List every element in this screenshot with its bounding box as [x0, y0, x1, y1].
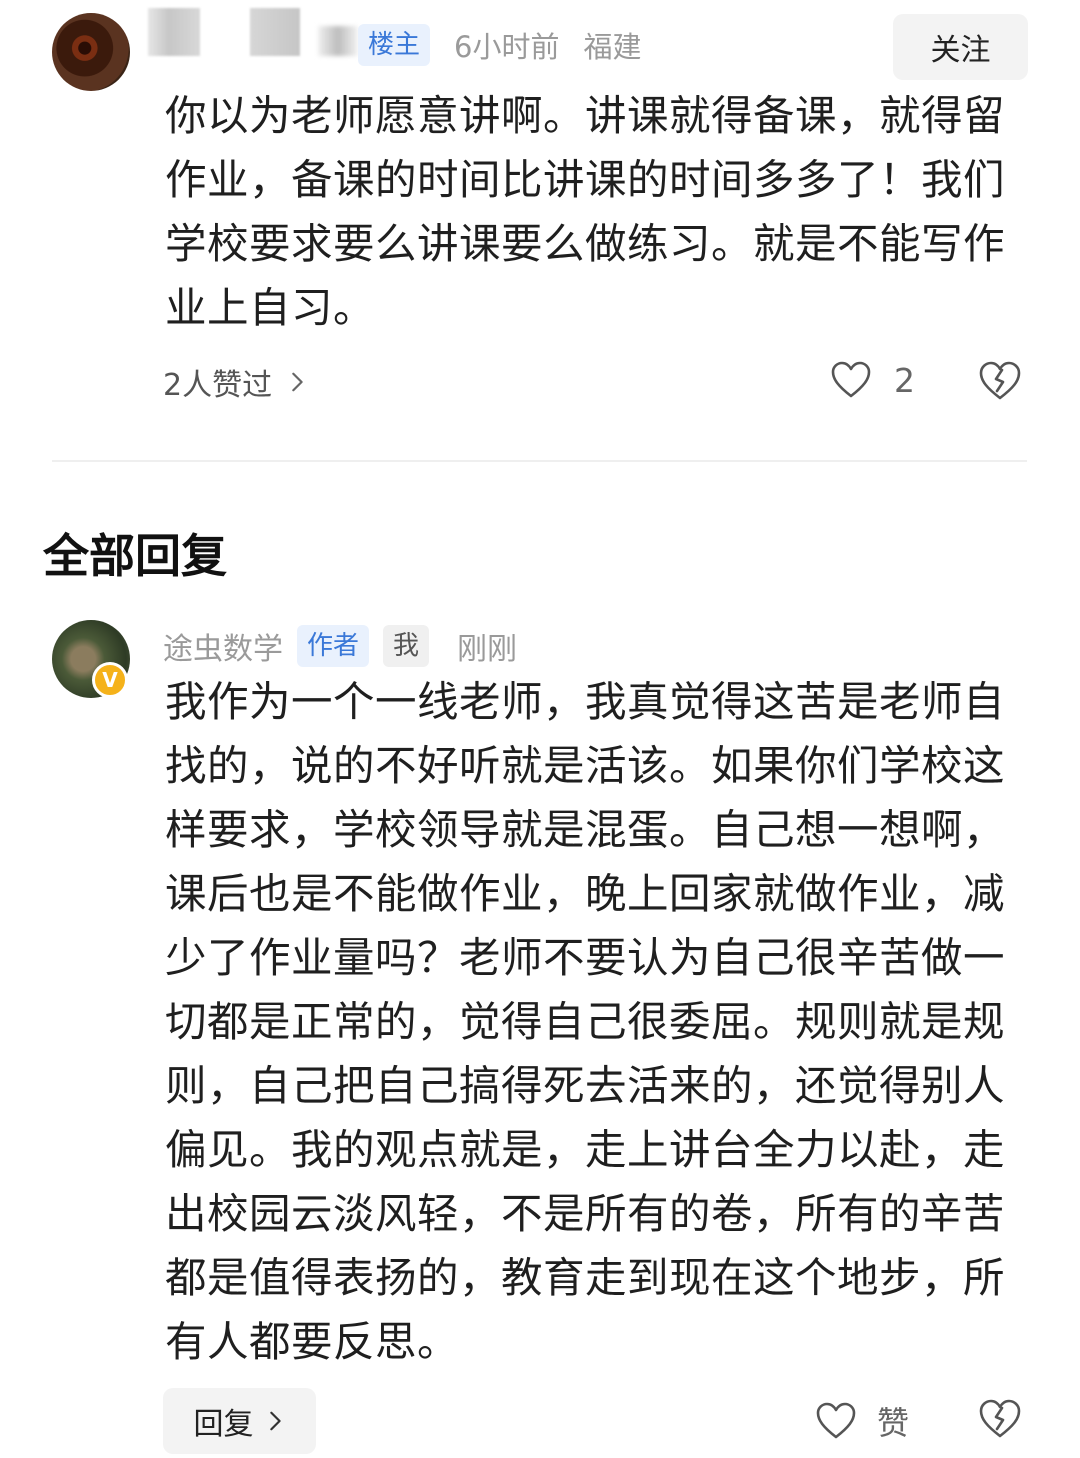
comment-thread-page: 楼主 6小时前 福建 关注 你以为老师愿意讲啊。讲课就得备课，就得留作业，备课的…	[0, 0, 1080, 1458]
comment-body: 你以为老师愿意讲啊。讲课就得备课，就得留作业，备课的时间比讲课的时间多多了！我们…	[165, 91, 1006, 332]
likers-label: 2人赞过	[163, 368, 273, 403]
chevron-right-icon	[292, 372, 303, 392]
author-badge: 作者	[297, 625, 370, 667]
like-control[interactable]: 2	[830, 360, 915, 400]
blurred-username	[250, 8, 300, 56]
like-count: 2	[894, 360, 915, 400]
reply-time: 刚刚	[457, 632, 518, 667]
blurred-username	[148, 8, 200, 56]
comment-location: 福建	[583, 30, 642, 64]
reply-button-label: 回复	[193, 1407, 254, 1442]
verified-badge-icon: V	[92, 662, 128, 698]
dislike-button[interactable]	[978, 1398, 1022, 1440]
reply-author[interactable]: 途虫数学	[163, 624, 283, 668]
comment-time: 6小时前	[454, 30, 560, 64]
reply-button[interactable]: 回复	[163, 1388, 316, 1454]
follow-button[interactable]: 关注	[893, 14, 1028, 80]
like-label: 赞	[877, 1404, 910, 1442]
reply-meta: 途虫数学 作者 我 刚刚	[163, 624, 517, 668]
broken-heart-icon	[979, 361, 1021, 400]
comment-meta: 楼主 6小时前 福建	[358, 24, 641, 66]
dislike-button[interactable]	[978, 360, 1022, 402]
likers-link[interactable]: 2人赞过	[163, 360, 308, 404]
like-button[interactable]: 赞	[815, 1398, 909, 1444]
avatar[interactable]	[52, 13, 130, 91]
heart-outline-icon	[816, 1402, 856, 1439]
op-badge: 楼主	[358, 24, 431, 66]
section-title: 全部回复	[43, 529, 227, 583]
broken-heart-icon	[979, 1399, 1021, 1438]
heart-outline-icon[interactable]	[830, 360, 872, 400]
blurred-username	[318, 26, 358, 56]
chevron-right-icon	[269, 1411, 281, 1431]
divider	[52, 460, 1027, 462]
me-badge: 我	[383, 625, 430, 667]
reply-body: 我作为一个一线老师，我真觉得这苦是老师自找的，说的不好听就是活该。如果你们学校这…	[165, 677, 1006, 1366]
